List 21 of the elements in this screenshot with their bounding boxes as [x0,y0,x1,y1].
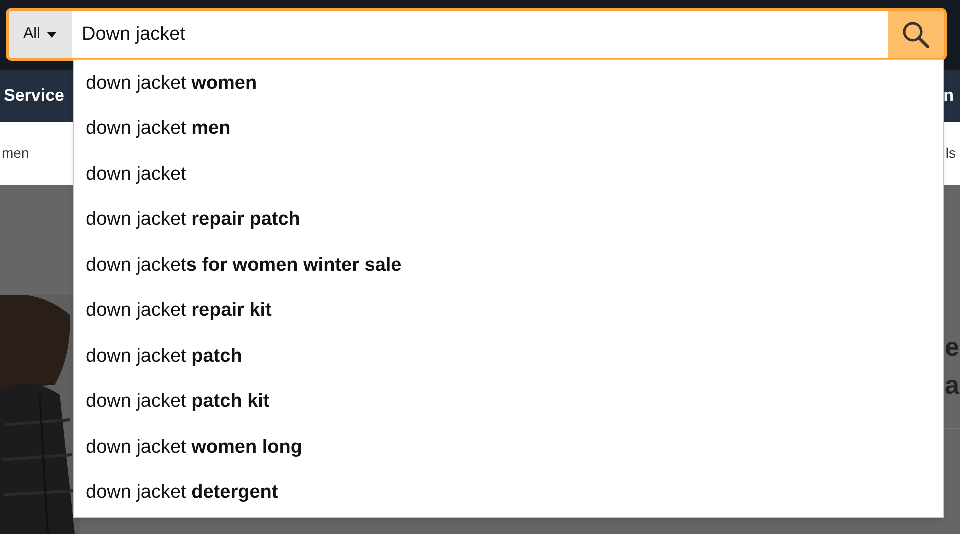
suggestion-item[interactable]: down jacket detergent [74,470,943,516]
suggestion-item[interactable]: down jacket patch kit [74,380,943,425]
suggestion-item[interactable]: down jacket men [74,106,943,152]
suggestion-item[interactable]: down jacket women long [74,425,943,470]
sub-nav-link[interactable]: ls [946,143,956,164]
nav-link[interactable]: Service [0,83,64,109]
suggestion-item[interactable]: down jacket women [74,61,943,106]
nav-link[interactable]: n [944,83,954,109]
suggestion-item[interactable]: down jacket patch [74,334,943,380]
suggestion-item[interactable]: down jacket repair patch [74,198,943,243]
heading-text: a [945,369,960,402]
search-button[interactable] [888,11,944,58]
heading-text: e [945,331,960,364]
suggestion-item[interactable]: down jackets for women winter sale [74,243,943,288]
suggestion-item[interactable]: down jacket repair kit [74,288,943,334]
suggestion-item[interactable]: down jacket [74,152,943,198]
caret-icon [47,32,58,38]
sub-nav-link[interactable]: men [2,143,30,164]
search-bar[interactable]: All Down jacket [6,8,947,61]
category-dropdown[interactable]: All [9,11,72,58]
search-icon [902,20,930,48]
